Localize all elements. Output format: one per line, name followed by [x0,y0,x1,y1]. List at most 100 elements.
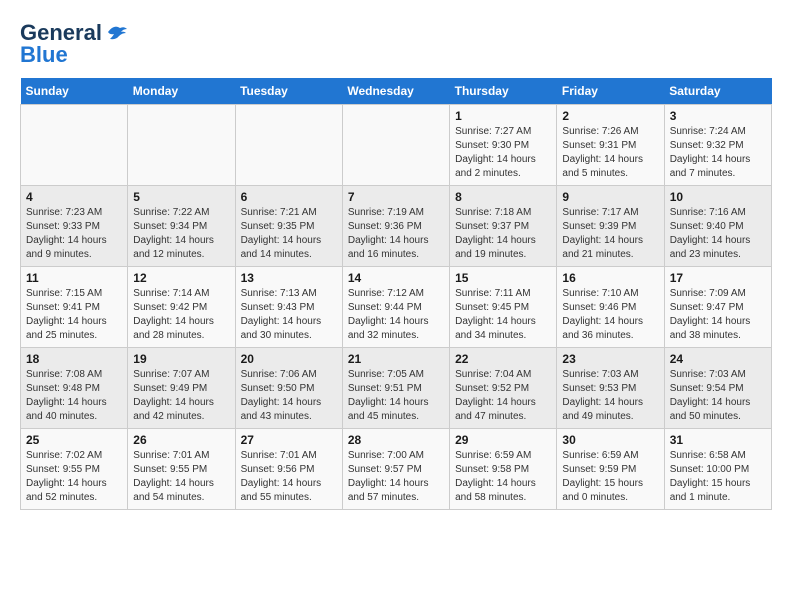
day-info: Sunrise: 7:27 AM Sunset: 9:30 PM Dayligh… [455,125,551,181]
day-info: Sunrise: 6:59 AM Sunset: 9:59 PM Dayligh… [562,449,658,505]
logo-blue: Blue [20,42,68,68]
calendar-cell: 9 Sunrise: 7:17 AM Sunset: 9:39 PM Daylig… [557,186,664,267]
calendar-cell: 27Sunrise: 7:01 AM Sunset: 9:56 PM Dayli… [235,429,342,510]
day-number: 31 [670,433,766,447]
day-number: 12 [133,271,229,285]
day-number: 17 [670,271,766,285]
day-number: 10 [670,190,766,204]
calendar-cell: 24Sunrise: 7:03 AM Sunset: 9:54 PM Dayli… [664,348,771,429]
day-info: Sunrise: 7:02 AM Sunset: 9:55 PM Dayligh… [26,449,122,505]
calendar-cell: 19 Sunrise: 7:07 AM Sunset: 9:49 PM Dayli… [128,348,235,429]
calendar-cell: 1Sunrise: 7:27 AM Sunset: 9:30 PM Daylig… [450,105,557,186]
calendar-table: SundayMondayTuesdayWednesdayThursdayFrid… [20,78,772,510]
calendar-cell: 22Sunrise: 7:04 AM Sunset: 9:52 PM Dayli… [450,348,557,429]
weekday-header: Monday [128,78,235,105]
day-info: Sunrise: 7:03 AM Sunset: 9:53 PM Dayligh… [562,368,658,424]
calendar-cell: 2Sunrise: 7:26 AM Sunset: 9:31 PM Daylig… [557,105,664,186]
calendar-cell: 23 Sunrise: 7:03 AM Sunset: 9:53 PM Dayli… [557,348,664,429]
day-number: 19 [133,352,229,366]
weekday-header: Saturday [664,78,771,105]
day-number: 23 [562,352,658,366]
day-info: Sunrise: 7:17 AM Sunset: 9:39 PM Dayligh… [562,206,658,262]
day-info: Sunrise: 7:03 AM Sunset: 9:54 PM Dayligh… [670,368,766,424]
calendar-cell: 17 Sunrise: 7:09 AM Sunset: 9:47 PM Dayli… [664,267,771,348]
day-number: 6 [241,190,337,204]
calendar-cell: 11 Sunrise: 7:15 AM Sunset: 9:41 PM Dayli… [21,267,128,348]
calendar-cell [128,105,235,186]
day-info: Sunrise: 7:01 AM Sunset: 9:55 PM Dayligh… [133,449,229,505]
weekday-header: Wednesday [342,78,449,105]
day-info: Sunrise: 7:04 AM Sunset: 9:52 PM Dayligh… [455,368,551,424]
day-info: Sunrise: 7:26 AM Sunset: 9:31 PM Dayligh… [562,125,658,181]
calendar-cell: 15 Sunrise: 7:11 AM Sunset: 9:45 PM Dayli… [450,267,557,348]
day-number: 8 [455,190,551,204]
weekday-header: Thursday [450,78,557,105]
day-info: Sunrise: 7:16 AM Sunset: 9:40 PM Dayligh… [670,206,766,262]
day-number: 13 [241,271,337,285]
day-number: 16 [562,271,658,285]
day-info: Sunrise: 7:23 AM Sunset: 9:33 PM Dayligh… [26,206,122,262]
day-info: Sunrise: 7:14 AM Sunset: 9:42 PM Dayligh… [133,287,229,343]
day-number: 28 [348,433,444,447]
calendar-cell: 3 Sunrise: 7:24 AM Sunset: 9:32 PM Daylig… [664,105,771,186]
day-info: Sunrise: 7:15 AM Sunset: 9:41 PM Dayligh… [26,287,122,343]
day-info: Sunrise: 7:21 AM Sunset: 9:35 PM Dayligh… [241,206,337,262]
day-number: 15 [455,271,551,285]
day-info: Sunrise: 7:13 AM Sunset: 9:43 PM Dayligh… [241,287,337,343]
calendar-cell [342,105,449,186]
day-number: 29 [455,433,551,447]
calendar-cell: 5Sunrise: 7:22 AM Sunset: 9:34 PM Daylig… [128,186,235,267]
day-info: Sunrise: 7:22 AM Sunset: 9:34 PM Dayligh… [133,206,229,262]
day-number: 18 [26,352,122,366]
calendar-cell: 25 Sunrise: 7:02 AM Sunset: 9:55 PM Dayli… [21,429,128,510]
calendar-cell: 8 Sunrise: 7:18 AM Sunset: 9:37 PM Daylig… [450,186,557,267]
calendar-cell: 20Sunrise: 7:06 AM Sunset: 9:50 PM Dayli… [235,348,342,429]
calendar-week-row: 18 Sunrise: 7:08 AM Sunset: 9:48 PM Dayli… [21,348,772,429]
calendar-cell: 14 Sunrise: 7:12 AM Sunset: 9:44 PM Dayli… [342,267,449,348]
day-number: 9 [562,190,658,204]
day-info: Sunrise: 7:05 AM Sunset: 9:51 PM Dayligh… [348,368,444,424]
day-info: Sunrise: 7:09 AM Sunset: 9:47 PM Dayligh… [670,287,766,343]
calendar-cell: 26 Sunrise: 7:01 AM Sunset: 9:55 PM Dayli… [128,429,235,510]
day-info: Sunrise: 7:01 AM Sunset: 9:56 PM Dayligh… [241,449,337,505]
calendar-cell [21,105,128,186]
day-info: Sunrise: 7:08 AM Sunset: 9:48 PM Dayligh… [26,368,122,424]
calendar-cell: 6 Sunrise: 7:21 AM Sunset: 9:35 PM Daylig… [235,186,342,267]
day-info: Sunrise: 7:10 AM Sunset: 9:46 PM Dayligh… [562,287,658,343]
calendar-week-row: 25 Sunrise: 7:02 AM Sunset: 9:55 PM Dayli… [21,429,772,510]
day-info: Sunrise: 7:24 AM Sunset: 9:32 PM Dayligh… [670,125,766,181]
day-number: 21 [348,352,444,366]
calendar-cell: 10 Sunrise: 7:16 AM Sunset: 9:40 PM Dayli… [664,186,771,267]
calendar-week-row: 4Sunrise: 7:23 AM Sunset: 9:33 PM Daylig… [21,186,772,267]
day-number: 26 [133,433,229,447]
header: General Blue [20,20,772,68]
logo-bird-icon [106,24,128,42]
day-info: Sunrise: 7:07 AM Sunset: 9:49 PM Dayligh… [133,368,229,424]
day-number: 25 [26,433,122,447]
calendar-cell: 4Sunrise: 7:23 AM Sunset: 9:33 PM Daylig… [21,186,128,267]
day-info: Sunrise: 7:12 AM Sunset: 9:44 PM Dayligh… [348,287,444,343]
day-info: Sunrise: 7:00 AM Sunset: 9:57 PM Dayligh… [348,449,444,505]
calendar-cell: 7 Sunrise: 7:19 AM Sunset: 9:36 PM Daylig… [342,186,449,267]
weekday-header: Sunday [21,78,128,105]
calendar-cell: 18 Sunrise: 7:08 AM Sunset: 9:48 PM Dayli… [21,348,128,429]
calendar-cell: 16 Sunrise: 7:10 AM Sunset: 9:46 PM Dayli… [557,267,664,348]
day-number: 3 [670,109,766,123]
weekday-header: Friday [557,78,664,105]
day-info: Sunrise: 7:11 AM Sunset: 9:45 PM Dayligh… [455,287,551,343]
calendar-week-row: 11 Sunrise: 7:15 AM Sunset: 9:41 PM Dayli… [21,267,772,348]
day-number: 7 [348,190,444,204]
calendar-cell: 12 Sunrise: 7:14 AM Sunset: 9:42 PM Dayli… [128,267,235,348]
day-info: Sunrise: 6:58 AM Sunset: 10:00 PM Daylig… [670,449,766,505]
calendar-cell: 28 Sunrise: 7:00 AM Sunset: 9:57 PM Dayli… [342,429,449,510]
day-info: Sunrise: 7:18 AM Sunset: 9:37 PM Dayligh… [455,206,551,262]
calendar-cell: 30 Sunrise: 6:59 AM Sunset: 9:59 PM Dayli… [557,429,664,510]
day-number: 30 [562,433,658,447]
calendar-cell: 29Sunrise: 6:59 AM Sunset: 9:58 PM Dayli… [450,429,557,510]
day-info: Sunrise: 7:19 AM Sunset: 9:36 PM Dayligh… [348,206,444,262]
calendar-cell: 31 Sunrise: 6:58 AM Sunset: 10:00 PM Dayl… [664,429,771,510]
day-number: 14 [348,271,444,285]
calendar-cell [235,105,342,186]
day-number: 11 [26,271,122,285]
day-number: 20 [241,352,337,366]
